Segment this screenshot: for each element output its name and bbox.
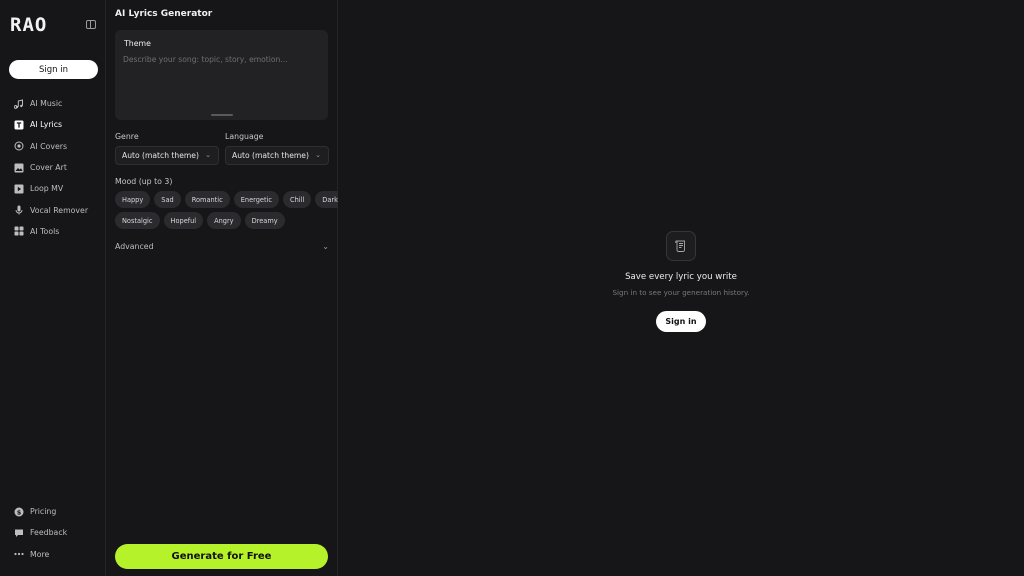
mood-label: Mood (up to 3) — [115, 177, 173, 186]
sidebar-item-cover-art[interactable]: Cover Art — [0, 157, 106, 178]
dollar-icon: $ — [14, 507, 24, 517]
sidebar-item-label: Cover Art — [30, 163, 67, 173]
sidebar-item-loop-mv[interactable]: Loop MV — [0, 178, 106, 199]
sidebar-item-ai-lyrics[interactable]: AI Lyrics — [0, 114, 106, 135]
generate-button[interactable]: Generate for Free — [115, 544, 328, 569]
mood-chip-hopeful[interactable]: Hopeful — [163, 212, 204, 229]
sidebar-item-ai-music[interactable]: AI Music — [0, 93, 106, 114]
sidebar-item-label: AI Music — [30, 99, 63, 109]
sidebar-item-label: AI Lyrics — [30, 120, 63, 130]
sidebar: RAO Sign in AI Music AI Lyrics AI Covers — [0, 0, 106, 576]
sidebar-item-pricing[interactable]: $ Pricing — [0, 501, 106, 522]
genre-select[interactable]: Auto (match theme) ⌄ — [115, 146, 219, 165]
sidebar-nav: AI Music AI Lyrics AI Covers Cover Art L… — [0, 93, 106, 242]
page-title: AI Lyrics Generator — [115, 9, 213, 19]
sidebar-item-label: More — [30, 549, 50, 559]
genre-label: Genre — [115, 132, 139, 141]
chevron-down-icon: ⌄ — [315, 151, 321, 159]
history-area: Save every lyric you write Sign in to se… — [338, 0, 1024, 576]
mood-chip-row: Happy Sad Romantic Energetic Chill Dark — [115, 191, 345, 208]
sidebar-item-ai-covers[interactable]: AI Covers — [0, 136, 106, 157]
more-dots-icon — [14, 549, 24, 559]
image-icon — [14, 163, 24, 173]
sidebar-item-more[interactable]: More — [0, 544, 106, 565]
sidebar-item-vocal-remover[interactable]: Vocal Remover — [0, 199, 106, 220]
genre-select-value: Auto (match theme) — [122, 151, 199, 160]
play-icon — [14, 184, 24, 194]
advanced-label: Advanced — [115, 241, 154, 251]
theme-input[interactable] — [123, 55, 319, 105]
sidebar-item-label: Vocal Remover — [30, 205, 89, 215]
mood-chip-angry[interactable]: Angry — [207, 212, 241, 229]
language-select[interactable]: Auto (match theme) ⌄ — [225, 146, 329, 165]
empty-state-title: Save every lyric you write — [625, 272, 737, 282]
lyrics-form-panel: AI Lyrics Generator Theme Genre Auto (ma… — [106, 0, 345, 576]
mood-chips: Happy Sad Romantic Energetic Chill Dark … — [115, 191, 345, 233]
sidebar-item-label: Feedback — [30, 528, 68, 538]
lyrics-scroll-icon — [666, 231, 696, 261]
music-note-icon — [14, 99, 24, 109]
mood-chip-row: Nostalgic Hopeful Angry Dreamy — [115, 212, 335, 229]
sidebar-collapse-icon[interactable] — [86, 20, 96, 29]
mood-chip-dreamy[interactable]: Dreamy — [244, 212, 285, 229]
microphone-icon — [14, 205, 24, 215]
sidebar-item-feedback[interactable]: Feedback — [0, 522, 106, 543]
sidebar-item-label: Pricing — [30, 507, 57, 517]
sidebar-item-ai-tools[interactable]: AI Tools — [0, 221, 106, 242]
language-label: Language — [225, 132, 264, 141]
covers-icon — [14, 141, 24, 151]
sign-in-button[interactable]: Sign in — [656, 311, 706, 332]
mood-chip-sad[interactable]: Sad — [154, 191, 181, 208]
mood-chip-chill[interactable]: Chill — [283, 191, 312, 208]
advanced-toggle[interactable]: Advanced ⌄ — [115, 240, 329, 252]
svg-text:$: $ — [17, 508, 22, 516]
chevron-down-icon: ⌄ — [205, 151, 211, 159]
grid-icon — [14, 226, 24, 236]
sidebar-item-label: Loop MV — [30, 184, 64, 194]
theme-label: Theme — [124, 39, 151, 48]
sidebar-item-label: AI Covers — [30, 141, 68, 151]
empty-state-subtitle: Sign in to see your generation history. — [612, 288, 750, 297]
chevron-down-icon: ⌄ — [322, 241, 329, 251]
language-select-value: Auto (match theme) — [232, 151, 309, 160]
mood-chip-romantic[interactable]: Romantic — [184, 191, 230, 208]
mood-chip-nostalgic[interactable]: Nostalgic — [115, 212, 160, 229]
mood-chip-energetic[interactable]: Energetic — [233, 191, 280, 208]
theme-box: Theme — [115, 30, 328, 120]
lyrics-t-icon — [14, 120, 24, 130]
sidebar-item-label: AI Tools — [30, 226, 60, 236]
resize-handle[interactable] — [211, 114, 233, 116]
sidebar-bottom: $ Pricing Feedback More — [0, 501, 106, 565]
logo[interactable]: RAO — [10, 14, 47, 36]
mood-chip-happy[interactable]: Happy — [115, 191, 151, 208]
chat-icon — [14, 528, 24, 538]
sidebar-sign-in-button[interactable]: Sign in — [9, 60, 98, 79]
